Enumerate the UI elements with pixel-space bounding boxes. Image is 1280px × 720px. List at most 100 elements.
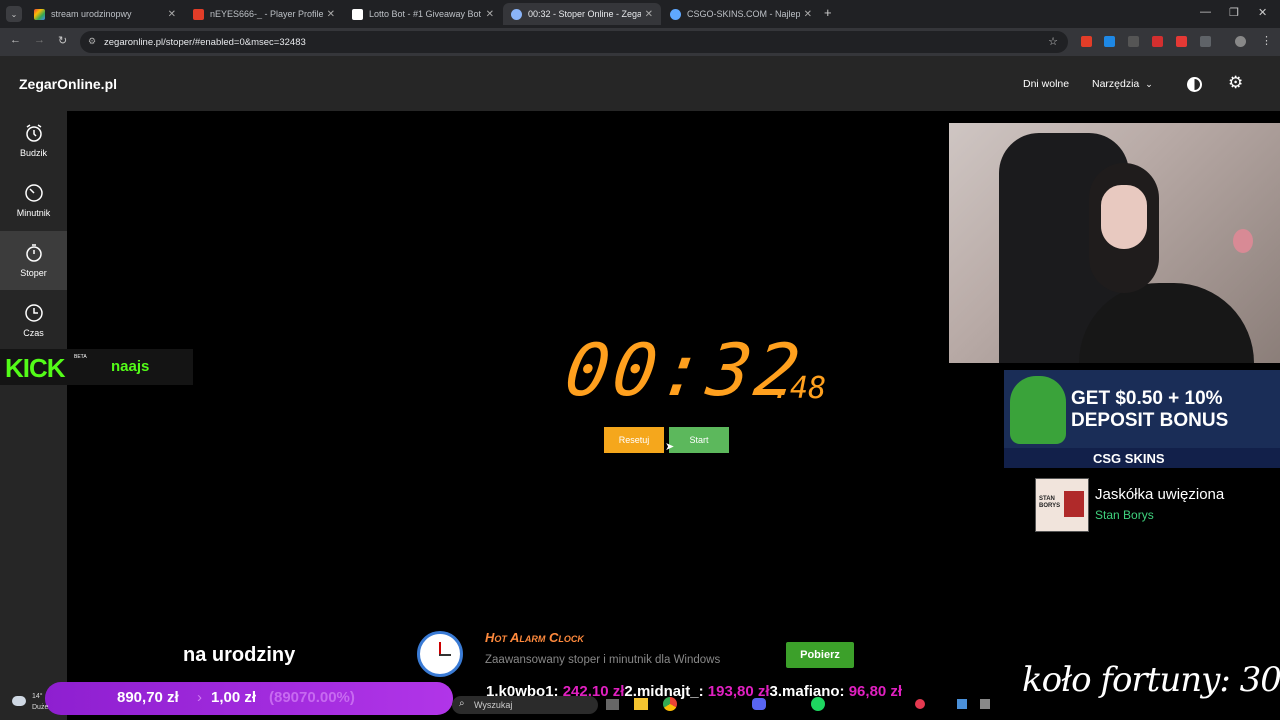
forward-icon[interactable]: → xyxy=(34,34,45,46)
reset-button[interactable]: Resetuj xyxy=(604,427,664,453)
song-title: Jaskółka uwięziona xyxy=(1095,486,1225,503)
stream-caption: na urodziny xyxy=(183,644,296,666)
kick-username: naajs xyxy=(111,358,150,375)
close-tab-icon[interactable]: ✕ xyxy=(645,9,653,20)
weather-temp: 14° xyxy=(32,693,43,700)
taskbar-search-placeholder: Wyszukaj xyxy=(474,700,513,710)
tray-icon[interactable] xyxy=(957,699,967,709)
close-tab-icon[interactable]: ✕ xyxy=(327,9,335,20)
chevron-down-icon: ⌄ xyxy=(1145,79,1153,89)
close-tab-icon[interactable]: ✕ xyxy=(486,9,494,20)
ad-headline-line1: GET $0.50 + 10% xyxy=(1071,388,1223,409)
extension-icon[interactable] xyxy=(1104,36,1115,47)
restore-icon[interactable]: ❐ xyxy=(1229,6,1239,19)
song-artist: Stan Borys xyxy=(1095,508,1154,522)
webcam-overlay xyxy=(949,123,1280,363)
goal-percent: (89070.00%) xyxy=(269,689,355,706)
ad-brand-logo: CSG SKINS xyxy=(1093,451,1165,466)
tab-faceit[interactable]: nEYES666-_ - Player Profile - F ✕ xyxy=(185,3,343,25)
donation-goal-bar: 890,70 zł › 1,00 zł (89070.00%) xyxy=(45,682,453,715)
extension-icon[interactable] xyxy=(1128,36,1139,47)
extensions-puzzle-icon[interactable] xyxy=(1200,36,1211,47)
tab-stream[interactable]: stream urodzinopwy ✕ xyxy=(26,3,184,25)
spotify-icon[interactable] xyxy=(811,697,825,711)
tab-title: CSGO-SKINS.COM - Najlepsze xyxy=(687,9,800,19)
google-doc-icon xyxy=(34,8,45,20)
ad-mascot-image xyxy=(1010,376,1066,444)
reload-icon[interactable]: ↻ xyxy=(58,34,67,47)
theme-toggle-icon[interactable] xyxy=(1187,77,1202,92)
close-window-icon[interactable]: ✕ xyxy=(1258,6,1267,19)
sidebar-item-minutnik[interactable]: Minutnik xyxy=(0,171,67,230)
stopwatch-display: 00:32 xyxy=(560,328,809,412)
kick-follow-overlay: KICK BETA naajs xyxy=(0,349,193,385)
tab-title: 00:32 - Stoper Online - ZegarO xyxy=(528,9,641,19)
minimize-icon[interactable]: — xyxy=(1200,6,1211,18)
adblock-icon[interactable] xyxy=(1176,36,1187,47)
taskbar-search[interactable]: ⌕ Wyszukaj xyxy=(452,696,598,714)
tab-csgo-skins[interactable]: CSGO-SKINS.COM - Najlepsze ✕ xyxy=(662,3,820,25)
profile-avatar-icon[interactable] xyxy=(1235,36,1246,47)
close-tab-icon[interactable]: ✕ xyxy=(168,9,176,20)
tray-icon[interactable] xyxy=(915,699,925,709)
sidebar-item-label: Budzik xyxy=(19,148,47,158)
nav-narzedzia-label: Narzędzia xyxy=(1092,78,1140,90)
sidebar-item-stoper[interactable]: Stoper xyxy=(0,231,67,290)
sidebar-item-label: Czas xyxy=(23,328,44,338)
file-explorer-icon[interactable] xyxy=(634,698,648,710)
browser-tab-strip: ⌄ stream urodzinopwy ✕ nEYES666-_ - Play… xyxy=(0,0,1280,28)
tab-title: Lotto Bot - #1 Giveaway Bot fo xyxy=(369,9,482,19)
download-button[interactable]: Pobierz xyxy=(786,642,854,668)
webcam-balloon xyxy=(1233,229,1253,253)
close-tab-icon[interactable]: ✕ xyxy=(804,9,812,20)
stopwatch-milliseconds: .48 xyxy=(772,371,827,406)
tab-title: nEYES666-_ - Player Profile - F xyxy=(210,9,323,19)
tab-search-button[interactable]: ⌄ xyxy=(6,6,22,22)
weather-widget[interactable]: 14° Duże xyxy=(8,692,48,718)
album-cover-photo xyxy=(1064,491,1084,517)
start-button[interactable]: Start xyxy=(669,427,729,453)
site-logo[interactable]: ZegarOnline.pl xyxy=(19,76,117,92)
chrome-icon[interactable] xyxy=(663,697,677,711)
goal-current: 890,70 zł xyxy=(117,689,179,706)
clock-icon xyxy=(24,304,43,322)
sidebar: Budzik Minutnik Stoper Czas xyxy=(0,111,67,720)
sidebar-item-label: Stoper xyxy=(20,268,47,278)
grid-icon xyxy=(352,8,363,20)
cloud-icon xyxy=(12,696,26,706)
site-info-icon[interactable]: ⚙ xyxy=(88,36,96,47)
weather-label: Duże xyxy=(32,704,49,711)
extension-icon[interactable] xyxy=(1152,36,1163,47)
sidebar-item-budzik[interactable]: Budzik xyxy=(0,111,67,170)
settings-gear-icon[interactable]: ⚙ xyxy=(1228,73,1243,93)
promo-title[interactable]: Hot Alarm Clock xyxy=(485,630,584,645)
browser-menu-icon[interactable]: ⋮ xyxy=(1261,34,1272,47)
extension-icon[interactable] xyxy=(1081,36,1092,47)
stopwatch-icon xyxy=(25,244,42,262)
hot-alarm-clock-logo-icon xyxy=(417,631,463,677)
bookmark-star-icon[interactable]: ☆ xyxy=(1048,35,1058,48)
wheel-of-fortune-label: koło fortuny: 30zł xyxy=(1022,660,1280,700)
goal-separator: › xyxy=(197,689,202,706)
kick-logo: KICK xyxy=(5,353,66,383)
tab-lotto-bot[interactable]: Lotto Bot - #1 Giveaway Bot fo ✕ xyxy=(344,3,502,25)
sidebar-item-czas[interactable]: Czas xyxy=(0,291,67,350)
nav-narzedzia[interactable]: Narzędzia ⌄ xyxy=(1092,78,1153,90)
nav-dni-wolne[interactable]: Dni wolne xyxy=(1023,78,1069,90)
album-cover-text: STAN BORYS xyxy=(1039,496,1061,509)
alarm-clock-icon xyxy=(25,124,42,142)
new-tab-icon[interactable]: + xyxy=(824,5,832,20)
clock-favicon-icon xyxy=(511,8,522,20)
search-icon: ⌕ xyxy=(459,698,465,709)
csgo-skins-ad[interactable]: GET $0.50 + 10% DEPOSIT BONUS CSG SKINS xyxy=(1004,370,1280,468)
address-bar[interactable]: ⚙ zegaronline.pl/stoper/#enabled=0&msec=… xyxy=(80,31,1068,53)
task-view-icon[interactable] xyxy=(606,699,619,710)
timer-icon xyxy=(24,184,43,202)
discord-icon[interactable] xyxy=(752,698,766,710)
tab-stoper[interactable]: 00:32 - Stoper Online - ZegarO ✕ xyxy=(503,3,661,25)
csgo-skins-favicon-icon xyxy=(670,8,681,20)
tray-icon[interactable] xyxy=(980,699,990,709)
back-icon[interactable]: ← xyxy=(10,34,21,46)
now-playing-widget: STAN BORYS Jaskółka uwięziona Stan Borys xyxy=(1035,478,1280,532)
site-header: ZegarOnline.pl Dni wolne Narzędzia ⌄ ⚙ xyxy=(0,56,1280,111)
